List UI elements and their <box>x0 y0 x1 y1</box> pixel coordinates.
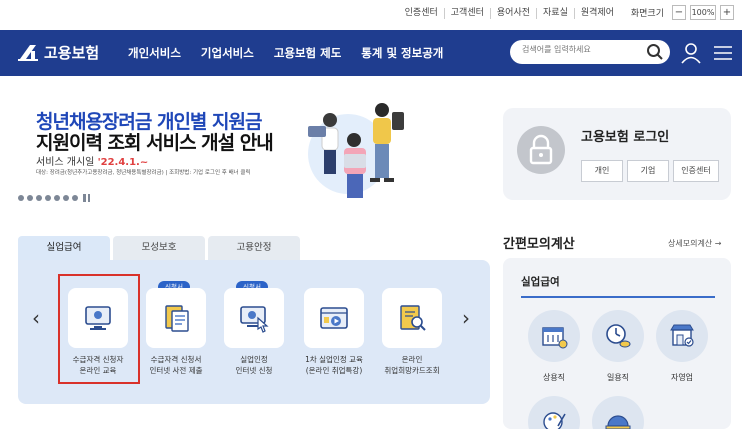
banner-pagination <box>18 194 90 202</box>
banner-title-line2[interactable]: 지원이력 조회 서비스 개설 안내 <box>36 128 274 155</box>
calc-item-regular[interactable]: 상용직 <box>524 310 584 383</box>
calc-divider <box>521 296 715 298</box>
util-link-archive[interactable]: 자료실 <box>537 8 575 19</box>
utility-links: 인증센터 고객센터 용어사전 자료실 원격제어 <box>399 8 620 19</box>
service-unemployment-recognition[interactable]: 실업인정 인터넷 신청 <box>224 288 284 376</box>
document-icon <box>165 305 189 332</box>
clock-coin-icon <box>606 324 631 348</box>
nav-personal[interactable]: 개인서비스 <box>128 45 181 61</box>
menu-icon[interactable] <box>712 42 734 64</box>
next-arrow-icon[interactable]: › <box>462 308 470 328</box>
nav-system[interactable]: 고용보험 제도 <box>274 45 341 61</box>
zoom-label: 화면크기 <box>630 9 664 19</box>
login-cert-button[interactable]: 인증센터 <box>673 160 719 182</box>
helmet-icon <box>605 415 631 429</box>
service-box[interactable] <box>382 288 442 348</box>
banner-dot[interactable] <box>18 195 24 201</box>
logo-icon <box>18 45 38 61</box>
tab-maternity[interactable]: 모성보호 <box>113 236 205 260</box>
service-box[interactable] <box>304 288 364 348</box>
calc-item-circle[interactable] <box>528 396 580 429</box>
computer-click-icon <box>240 306 269 333</box>
highlight-box <box>58 274 140 384</box>
util-link-customer[interactable]: 고객센터 <box>445 8 491 19</box>
search-icon[interactable] <box>646 43 664 61</box>
logo-text: 고용보험 <box>44 43 100 62</box>
service-box[interactable] <box>224 288 284 348</box>
user-icon[interactable] <box>680 42 702 64</box>
zoom-in-button[interactable]: + <box>720 5 734 20</box>
login-personal-button[interactable]: 개인 <box>581 160 623 182</box>
calc-item-label: 자영업 <box>670 373 694 382</box>
zoom-out-button[interactable]: − <box>672 5 686 20</box>
util-link-glossary[interactable]: 용어사전 <box>491 8 538 19</box>
prev-arrow-icon[interactable]: ‹ <box>32 308 40 328</box>
main-header: 고용보험 개인서비스 기업서비스 고용보험 제도 통계 및 정보공개 <box>0 30 742 76</box>
login-title: 고용보험 로그인 <box>581 130 670 145</box>
service-tabs: 실업급여 모성보호 고용안정 <box>18 236 303 260</box>
building-icon <box>542 327 568 349</box>
banner-dot[interactable] <box>63 195 69 201</box>
banner-dot[interactable] <box>54 195 60 201</box>
calc-item-label: 일용직 <box>606 373 630 382</box>
search-input[interactable] <box>522 45 640 54</box>
calc-item-circle[interactable] <box>656 310 708 362</box>
search-box <box>510 40 670 64</box>
banner-illustration <box>308 103 404 198</box>
main-nav: 개인서비스 기업서비스 고용보험 제도 통계 및 정보공개 <box>128 45 443 61</box>
banner-dot[interactable] <box>45 195 51 201</box>
palette-icon <box>543 412 566 429</box>
service-label: 실업인정 인터넷 신청 <box>235 355 273 375</box>
banner-date-value: '22.4.1.~ <box>97 157 149 168</box>
nav-business[interactable]: 기업서비스 <box>201 45 254 61</box>
login-buttons: 개인 기업 인증센터 <box>581 160 723 182</box>
calc-item-circle[interactable] <box>528 310 580 362</box>
service-application-submit[interactable]: 수급자격 신청서 인터넷 사전 제출 <box>146 288 206 376</box>
login-card: 고용보험 로그인 개인 기업 인증센터 <box>503 108 731 200</box>
calc-item-label: 상용직 <box>542 373 566 382</box>
zoom-value: 100% <box>690 5 716 20</box>
banner-dot[interactable] <box>72 195 78 201</box>
service-box[interactable] <box>146 288 206 348</box>
util-link-cert[interactable]: 인증센터 <box>399 8 445 19</box>
calc-item-more-1[interactable] <box>524 396 584 429</box>
calc-more-link[interactable]: 상세모의계산 → <box>668 238 721 249</box>
banner-note: 대상: 장려금(청년추가고용장려금, 청년채용특별장려금) | 조회방법: 기업… <box>36 170 251 176</box>
banner-open-label: 서비스 개시일 <box>36 157 98 168</box>
nav-statistics[interactable]: 통계 및 정보공개 <box>361 45 443 61</box>
service-label: 1차 실업인정 교육 (온라인 취업특강) <box>305 355 363 375</box>
utility-bar: 인증센터 고객센터 용어사전 자료실 원격제어 화면크기 − 100% + <box>0 0 742 30</box>
calc-item-circle[interactable] <box>592 396 644 429</box>
service-label: 온라인 취업희망카드조회 <box>384 355 440 375</box>
login-business-button[interactable]: 기업 <box>627 160 669 182</box>
service-label: 수급자격 신청서 인터넷 사전 제출 <box>149 355 203 375</box>
service-first-education[interactable]: 1차 실업인정 교육 (온라인 취업특강) <box>304 288 364 376</box>
calc-item-circle[interactable] <box>592 310 644 362</box>
card-search-icon <box>400 305 426 331</box>
banner-open-date: 서비스 개시일 '22.4.1.~ <box>36 153 148 168</box>
calc-item-more-2[interactable] <box>588 396 648 429</box>
util-link-remote[interactable]: 원격제어 <box>575 8 620 19</box>
service-hope-card[interactable]: 온라인 취업희망카드조회 <box>382 288 442 376</box>
calc-title: 간편모의계산 <box>503 237 575 252</box>
shop-icon <box>670 324 694 347</box>
calc-item-self-employed[interactable]: 자영업 <box>652 310 712 383</box>
pause-icon[interactable] <box>83 194 90 202</box>
calc-subtitle: 실업급여 <box>521 276 560 288</box>
banner-dot[interactable] <box>36 195 42 201</box>
tab-unemployment[interactable]: 실업급여 <box>18 236 110 260</box>
banner-dot[interactable] <box>27 195 33 201</box>
lock-icon <box>517 126 565 174</box>
tab-employment-stability[interactable]: 고용안정 <box>208 236 300 260</box>
zoom-control: 화면크기 − 100% + <box>631 5 734 20</box>
site-logo[interactable]: 고용보험 <box>16 41 99 63</box>
video-lecture-icon <box>320 307 348 329</box>
calc-item-daily[interactable]: 일용직 <box>588 310 648 383</box>
